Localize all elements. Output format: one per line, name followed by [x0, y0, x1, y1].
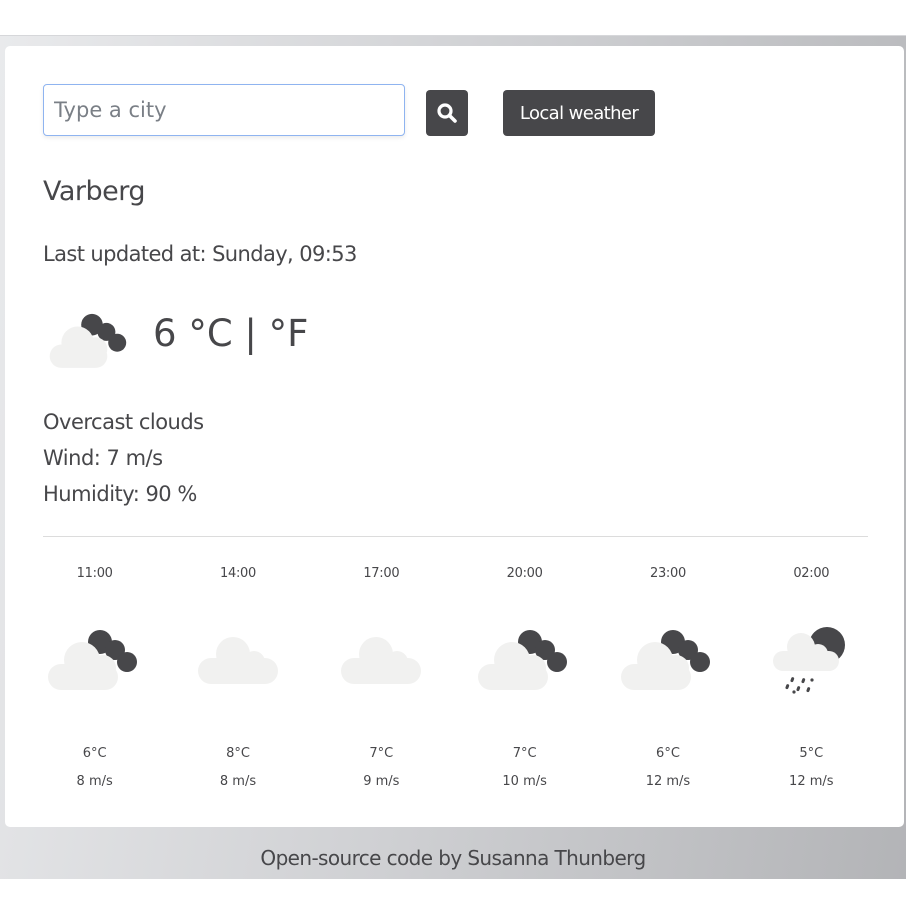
forecast-time: 20:00	[506, 566, 543, 581]
forecast-item: 14:00 8°C 8 m/s	[166, 564, 309, 792]
forecast-icon	[23, 594, 166, 724]
forecast-time: 17:00	[363, 566, 400, 581]
forecast-item: 11:00 6°C 8 m/s	[23, 564, 166, 792]
forecast-time: 23:00	[649, 566, 686, 581]
forecast-time: 02:00	[793, 566, 830, 581]
forecast-wind: 8 m/s	[76, 774, 113, 789]
weather-description: Overcast clouds	[43, 410, 204, 434]
city-name: Varberg	[43, 176, 146, 207]
forecast-wind: 12 m/s	[789, 774, 834, 789]
night-broken-clouds-icon	[477, 630, 567, 690]
night-rain-icon	[773, 627, 846, 694]
wind-speed: Wind: 7 m/s	[43, 446, 163, 470]
forecast-icon	[596, 594, 739, 724]
forecast-time: 14:00	[220, 566, 256, 581]
unit-separator: |	[244, 312, 257, 355]
forecast-item: 02:00 5°C 12 m/s	[740, 564, 883, 792]
forecast-wind: 8 m/s	[219, 774, 257, 789]
divider	[43, 536, 868, 537]
forecast-icon	[166, 594, 309, 724]
city-search-input[interactable]	[43, 84, 405, 136]
forecast-wind: 10 m/s	[502, 774, 547, 789]
forecast-temp: 6°C	[82, 746, 107, 761]
forecast-item: 23:00 6°C 12 m/s	[596, 564, 739, 792]
night-broken-clouds-icon	[620, 630, 710, 690]
current-temperature: 6 °C | °F	[153, 312, 308, 355]
footer-author: Susanna Thunberg	[467, 846, 646, 870]
forecast-item: 20:00 7°C 10 m/s	[453, 564, 596, 792]
last-updated: Last updated at: Sunday, 09:53	[43, 242, 357, 266]
weather-details: Overcast clouds Wind: 7 m/s Humidity: 90…	[43, 404, 204, 512]
source-code-link[interactable]: Open-source code	[260, 846, 433, 870]
humidity: Humidity: 90 %	[43, 482, 197, 506]
night-broken-clouds-icon	[49, 313, 127, 368]
forecast-wind: 12 m/s	[645, 774, 691, 789]
footer-by: by	[432, 846, 468, 870]
weather-card: Local weather Varberg Last updated at: S…	[5, 46, 904, 827]
forecast-time: 11:00	[76, 566, 113, 581]
search-button[interactable]	[426, 90, 468, 136]
forecast-item: 17:00 7°C 9 m/s	[310, 564, 453, 792]
forecast-icon	[310, 594, 453, 724]
forecast-wind: 9 m/s	[363, 774, 400, 789]
forecast-temp: 5°C	[799, 746, 824, 761]
night-broken-clouds-icon	[47, 630, 137, 690]
temperature-value: 6	[153, 312, 177, 355]
celsius-toggle[interactable]: °C	[188, 312, 232, 355]
current-weather-icon	[47, 310, 137, 374]
forecast-temp: 7°C	[512, 746, 537, 761]
forecast-icon	[740, 594, 883, 724]
hourly-forecast: 11:00 6°C 8 m/s 14:00 8°C 8 m/s 17:00 7°…	[23, 564, 883, 792]
forecast-icon	[453, 594, 596, 724]
forecast-temp: 6°C	[656, 746, 680, 761]
cloud-icon	[197, 637, 278, 684]
fahrenheit-toggle[interactable]: °F	[269, 312, 309, 355]
footer: Open-source code by Susanna Thunberg	[0, 846, 906, 870]
local-weather-button[interactable]: Local weather	[503, 90, 655, 136]
forecast-temp: 8°C	[226, 746, 250, 761]
forecast-temp: 7°C	[369, 746, 394, 761]
search-icon	[437, 103, 457, 123]
cloud-icon	[341, 637, 422, 684]
